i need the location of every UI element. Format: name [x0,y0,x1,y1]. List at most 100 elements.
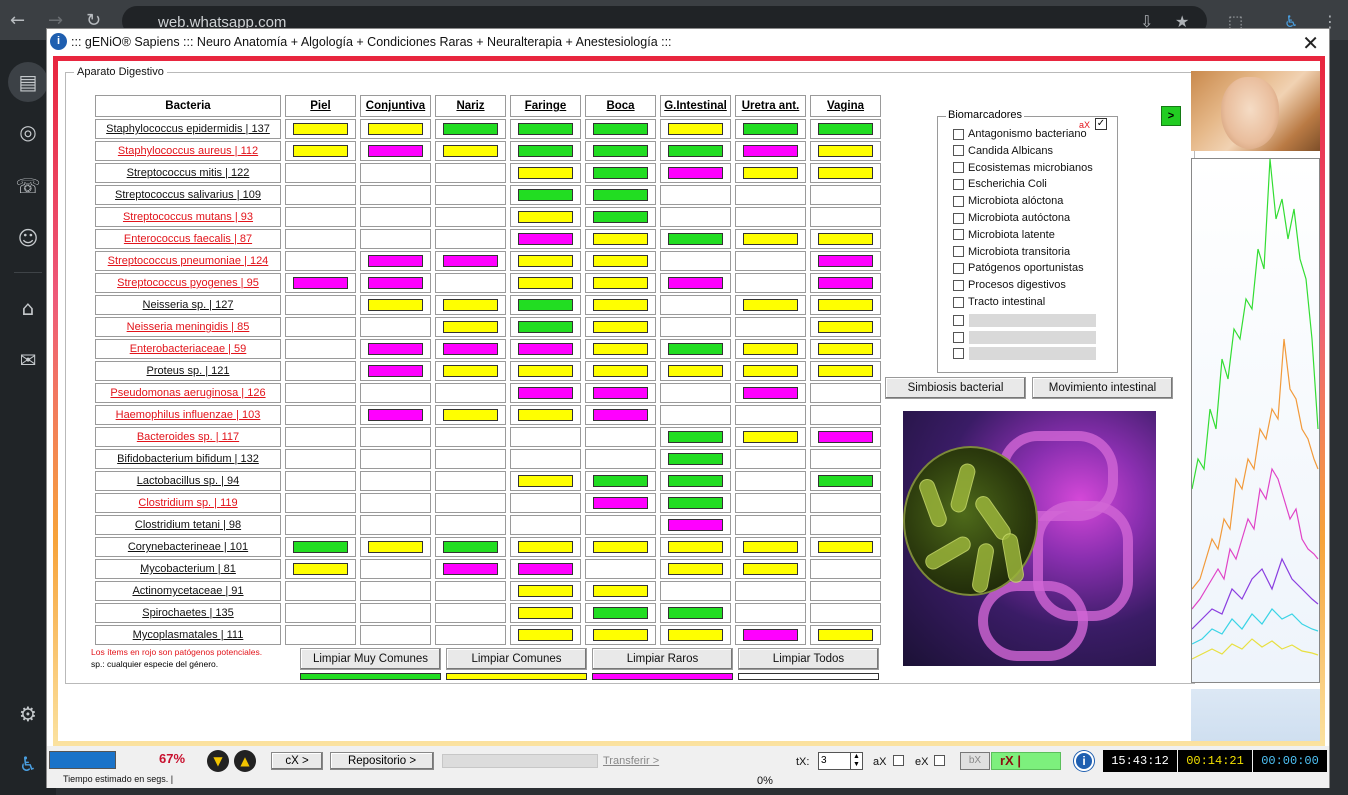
frequency-cell[interactable] [735,449,806,469]
frequency-cell[interactable] [435,603,506,623]
frequency-cell[interactable] [810,339,881,359]
frequency-cell[interactable] [735,559,806,579]
column-header[interactable]: Boca [585,95,656,117]
frequency-cell[interactable] [810,471,881,491]
frequency-cell[interactable] [360,471,431,491]
biomarker-checkbox[interactable] [953,162,964,174]
frequency-cell[interactable] [660,603,731,623]
frequency-cell[interactable] [810,581,881,601]
bacteria-name[interactable]: Lactobacillus sp. | 94 [95,471,281,491]
frequency-cell[interactable] [660,361,731,381]
bacteria-name[interactable]: Streptococcus pneumoniae | 124 [95,251,281,271]
biomarker-checkbox[interactable] [953,348,964,360]
frequency-cell[interactable] [435,207,506,227]
frequency-cell[interactable] [285,559,356,579]
biomarker-checkbox[interactable] [953,212,964,224]
frequency-cell[interactable] [510,317,581,337]
column-header[interactable]: Faringe [510,95,581,117]
frequency-cell[interactable] [510,537,581,557]
frequency-cell[interactable] [660,251,731,271]
frequency-cell[interactable] [360,163,431,183]
column-header[interactable]: Uretra ant. [735,95,806,117]
frequency-cell[interactable] [435,625,506,645]
biomarker-checkbox[interactable] [953,229,964,241]
frequency-cell[interactable] [285,537,356,557]
frequency-cell[interactable] [810,405,881,425]
frequency-cell[interactable] [360,317,431,337]
frequency-cell[interactable] [735,603,806,623]
rx-indicator[interactable]: rX | [991,752,1061,770]
frequency-cell[interactable] [660,471,731,491]
frequency-cell[interactable] [285,251,356,271]
frequency-cell[interactable] [585,405,656,425]
column-header[interactable]: G.Intestinal [660,95,731,117]
frequency-cell[interactable] [510,625,581,645]
frequency-cell[interactable] [735,185,806,205]
frequency-cell[interactable] [660,383,731,403]
frequency-cell[interactable] [585,119,656,139]
chats-icon[interactable]: ▤ [8,62,48,102]
frequency-cell[interactable] [810,515,881,535]
frequency-cell[interactable] [810,559,881,579]
bacteria-name[interactable]: Neisseria sp. | 127 [95,295,281,315]
frequency-cell[interactable] [510,119,581,139]
frequency-cell[interactable] [660,427,731,447]
frequency-cell[interactable] [435,515,506,535]
bacteria-name[interactable]: Corynebacterineae | 101 [95,537,281,557]
frequency-cell[interactable] [585,625,656,645]
frequency-cell[interactable] [660,339,731,359]
frequency-cell[interactable] [735,361,806,381]
frequency-cell[interactable] [735,273,806,293]
frequency-cell[interactable] [810,163,881,183]
frequency-cell[interactable] [360,361,431,381]
biomarker-item[interactable]: Procesos digestivos [953,279,1066,291]
frequency-cell[interactable] [585,317,656,337]
frequency-cell[interactable] [435,273,506,293]
close-icon[interactable]: ✕ [1302,31,1319,55]
frequency-cell[interactable] [510,185,581,205]
frequency-cell[interactable] [285,185,356,205]
frequency-cell[interactable] [660,317,731,337]
symbiosis-button[interactable]: Simbiosis bacterial [885,377,1026,399]
frequency-cell[interactable] [585,383,656,403]
frequency-cell[interactable] [285,581,356,601]
bx-button[interactable]: bX [960,752,990,770]
status-icon[interactable]: ◎ [14,118,42,146]
column-header[interactable]: Conjuntiva [360,95,431,117]
biomarker-item[interactable]: Antagonismo bacteriano [953,128,1087,140]
biomarker-item[interactable]: Escherichia Coli [953,178,1047,190]
repository-button[interactable]: Repositorio > [330,752,434,770]
frequency-cell[interactable] [285,515,356,535]
column-header[interactable]: Nariz [435,95,506,117]
info-icon[interactable]: i [1074,751,1094,771]
frequency-cell[interactable] [285,229,356,249]
bacteria-name[interactable]: Streptococcus mutans | 93 [95,207,281,227]
frequency-cell[interactable] [285,339,356,359]
frequency-cell[interactable] [435,317,506,337]
frequency-cell[interactable] [585,471,656,491]
frequency-cell[interactable] [285,163,356,183]
frequency-cell[interactable] [735,295,806,315]
bacteria-name[interactable]: Mycoplasmatales | 111 [95,625,281,645]
frequency-cell[interactable] [660,581,731,601]
frequency-cell[interactable] [360,493,431,513]
frequency-cell[interactable] [735,383,806,403]
frequency-cell[interactable] [435,251,506,271]
clear-all-button[interactable]: Limpiar Todos [738,648,879,670]
frequency-cell[interactable] [510,383,581,403]
frequency-cell[interactable] [810,251,881,271]
bacteria-name[interactable]: Pseudomonas aeruginosa | 126 [95,383,281,403]
store-icon[interactable]: ⌂ [14,294,42,322]
frequency-cell[interactable] [735,163,806,183]
frequency-cell[interactable] [810,317,881,337]
bacteria-name[interactable]: Enterobacteriaceae | 59 [95,339,281,359]
transfer-link[interactable]: Transferir > [603,755,659,767]
biomarker-checkbox[interactable] [953,279,964,291]
frequency-cell[interactable] [735,625,806,645]
tx-stepper[interactable]: 3 ▲ ▼ [818,752,863,770]
frequency-cell[interactable] [585,273,656,293]
frequency-cell[interactable] [810,141,881,161]
biomarker-checkbox[interactable] [953,262,964,274]
frequency-cell[interactable] [285,405,356,425]
frequency-cell[interactable] [285,273,356,293]
